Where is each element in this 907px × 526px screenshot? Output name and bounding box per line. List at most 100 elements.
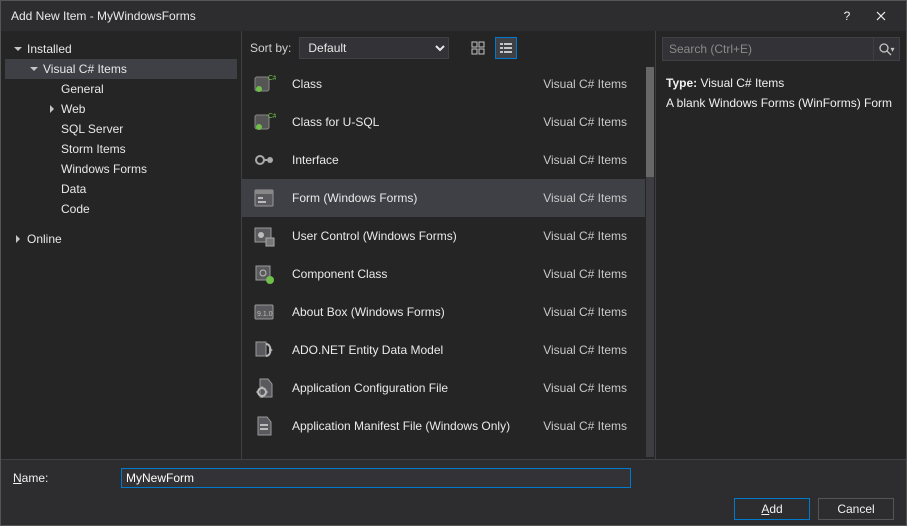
view-details-button[interactable] xyxy=(495,37,517,59)
tree-node-storm[interactable]: Storm Items xyxy=(5,139,237,159)
template-item[interactable]: Form (Windows Forms)Visual C# Items xyxy=(242,179,645,217)
tree-label: SQL Server xyxy=(61,122,123,136)
name-label: Name: xyxy=(13,471,113,485)
view-medium-icons-button[interactable] xyxy=(467,37,489,59)
template-category: Visual C# Items xyxy=(543,381,637,395)
template-name: Interface xyxy=(292,153,543,167)
type-label: Type: xyxy=(666,76,697,90)
template-category: Visual C# Items xyxy=(543,343,637,357)
tree-label: Code xyxy=(61,202,90,216)
expand-icon[interactable] xyxy=(11,42,25,56)
template-category: Visual C# Items xyxy=(543,153,637,167)
template-item[interactable]: User Control (Windows Forms)Visual C# It… xyxy=(242,217,645,255)
add-button[interactable]: Add xyxy=(734,498,810,520)
svg-text:9.1.0: 9.1.0 xyxy=(257,311,273,318)
form-icon xyxy=(250,184,278,212)
footer: Name: Add Cancel xyxy=(1,459,906,525)
component-icon xyxy=(250,260,278,288)
tree-node-online[interactable]: Online xyxy=(5,229,237,249)
template-item[interactable]: InterfaceVisual C# Items xyxy=(242,141,645,179)
scrollbar-thumb[interactable] xyxy=(646,67,654,177)
template-name: About Box (Windows Forms) xyxy=(292,305,543,319)
tree-label: Windows Forms xyxy=(61,162,147,176)
template-name: Form (Windows Forms) xyxy=(292,191,543,205)
window-title: Add New Item - MyWindowsForms xyxy=(11,9,830,23)
template-item[interactable]: Application Configuration FileVisual C# … xyxy=(242,369,645,407)
template-name: Class xyxy=(292,77,543,91)
svg-text:C#: C# xyxy=(268,113,276,120)
template-info: Type: Visual C# Items A blank Windows Fo… xyxy=(656,69,906,118)
main-area: Installed Visual C# Items General Web SQ… xyxy=(1,31,906,459)
template-category: Visual C# Items xyxy=(543,229,637,243)
info-panel: ▾ Type: Visual C# Items A blank Windows … xyxy=(656,31,906,459)
template-name: Class for U-SQL xyxy=(292,115,543,129)
tree-node-sqlserver[interactable]: SQL Server xyxy=(5,119,237,139)
tree-node-winforms[interactable]: Windows Forms xyxy=(5,159,237,179)
tree-label: Installed xyxy=(27,42,72,56)
sort-label: Sort by: xyxy=(250,41,291,55)
template-category: Visual C# Items xyxy=(543,419,637,433)
tree-label: Visual C# Items xyxy=(43,62,127,76)
class-icon: C# xyxy=(250,70,278,98)
close-button[interactable] xyxy=(864,1,898,31)
template-name: User Control (Windows Forms) xyxy=(292,229,543,243)
template-name: ADO.NET Entity Data Model xyxy=(292,343,543,357)
search-button[interactable]: ▾ xyxy=(873,38,899,60)
tree-node-vcs-items[interactable]: Visual C# Items xyxy=(5,59,237,79)
sort-select[interactable]: Default xyxy=(299,37,449,59)
template-item[interactable]: Component ClassVisual C# Items xyxy=(242,255,645,293)
tree-node-web[interactable]: Web xyxy=(5,99,237,119)
template-category: Visual C# Items xyxy=(543,77,637,91)
category-tree[interactable]: Installed Visual C# Items General Web SQ… xyxy=(1,31,241,459)
svg-text:C#: C# xyxy=(268,75,276,82)
list-icon xyxy=(499,41,513,55)
name-input[interactable] xyxy=(121,468,631,488)
name-row: Name: xyxy=(13,468,894,488)
tree-label: Web xyxy=(61,102,85,116)
type-value: Visual C# Items xyxy=(700,76,784,90)
close-icon xyxy=(876,11,886,21)
tree-label: Data xyxy=(61,182,86,196)
search-input[interactable] xyxy=(663,42,873,56)
usercontrol-icon xyxy=(250,222,278,250)
ado-icon xyxy=(250,336,278,364)
template-panel: Sort by: Default xyxy=(241,31,656,459)
expand-icon[interactable] xyxy=(27,62,41,76)
template-description: A blank Windows Forms (WinForms) Form xyxy=(666,93,896,113)
about-icon: 9.1.0 xyxy=(250,298,278,326)
class-icon: C# xyxy=(250,108,278,136)
expand-icon[interactable] xyxy=(11,232,25,246)
cancel-button[interactable]: Cancel xyxy=(818,498,894,520)
button-row: Add Cancel xyxy=(13,498,894,520)
tree-label: General xyxy=(61,82,104,96)
list-scrollbar[interactable] xyxy=(646,67,654,457)
tree-node-general[interactable]: General xyxy=(5,79,237,99)
expand-icon[interactable] xyxy=(45,102,59,116)
template-list[interactable]: C#ClassVisual C# ItemsC#Class for U-SQLV… xyxy=(242,65,655,459)
template-item[interactable]: C# ClassVisual C# Items xyxy=(242,65,645,103)
tree-label: Storm Items xyxy=(61,142,126,156)
template-name: Component Class xyxy=(292,267,543,281)
grid-icon xyxy=(471,41,485,55)
tree-label: Online xyxy=(27,232,62,246)
config-icon xyxy=(250,374,278,402)
template-item[interactable]: C# Class for U-SQLVisual C# Items xyxy=(242,103,645,141)
template-item[interactable]: ADO.NET Entity Data ModelVisual C# Items xyxy=(242,331,645,369)
template-name: Application Manifest File (Windows Only) xyxy=(292,419,543,433)
template-category: Visual C# Items xyxy=(543,115,637,129)
template-item[interactable]: 9.1.0 About Box (Windows Forms)Visual C# … xyxy=(242,293,645,331)
template-category: Visual C# Items xyxy=(543,267,637,281)
tree-node-data[interactable]: Data xyxy=(5,179,237,199)
interface-icon xyxy=(250,146,278,174)
template-item[interactable]: Application Manifest File (Windows Only)… xyxy=(242,407,645,445)
sort-toolbar: Sort by: Default xyxy=(242,31,655,65)
template-category: Visual C# Items xyxy=(543,305,637,319)
title-bar: Add New Item - MyWindowsForms ? xyxy=(1,1,906,31)
template-name: Application Configuration File xyxy=(292,381,543,395)
tree-node-installed[interactable]: Installed xyxy=(5,39,237,59)
search-box[interactable]: ▾ xyxy=(662,37,900,61)
template-category: Visual C# Items xyxy=(543,191,637,205)
tree-node-code[interactable]: Code xyxy=(5,199,237,219)
manifest-icon xyxy=(250,412,278,440)
help-button[interactable]: ? xyxy=(830,1,864,31)
